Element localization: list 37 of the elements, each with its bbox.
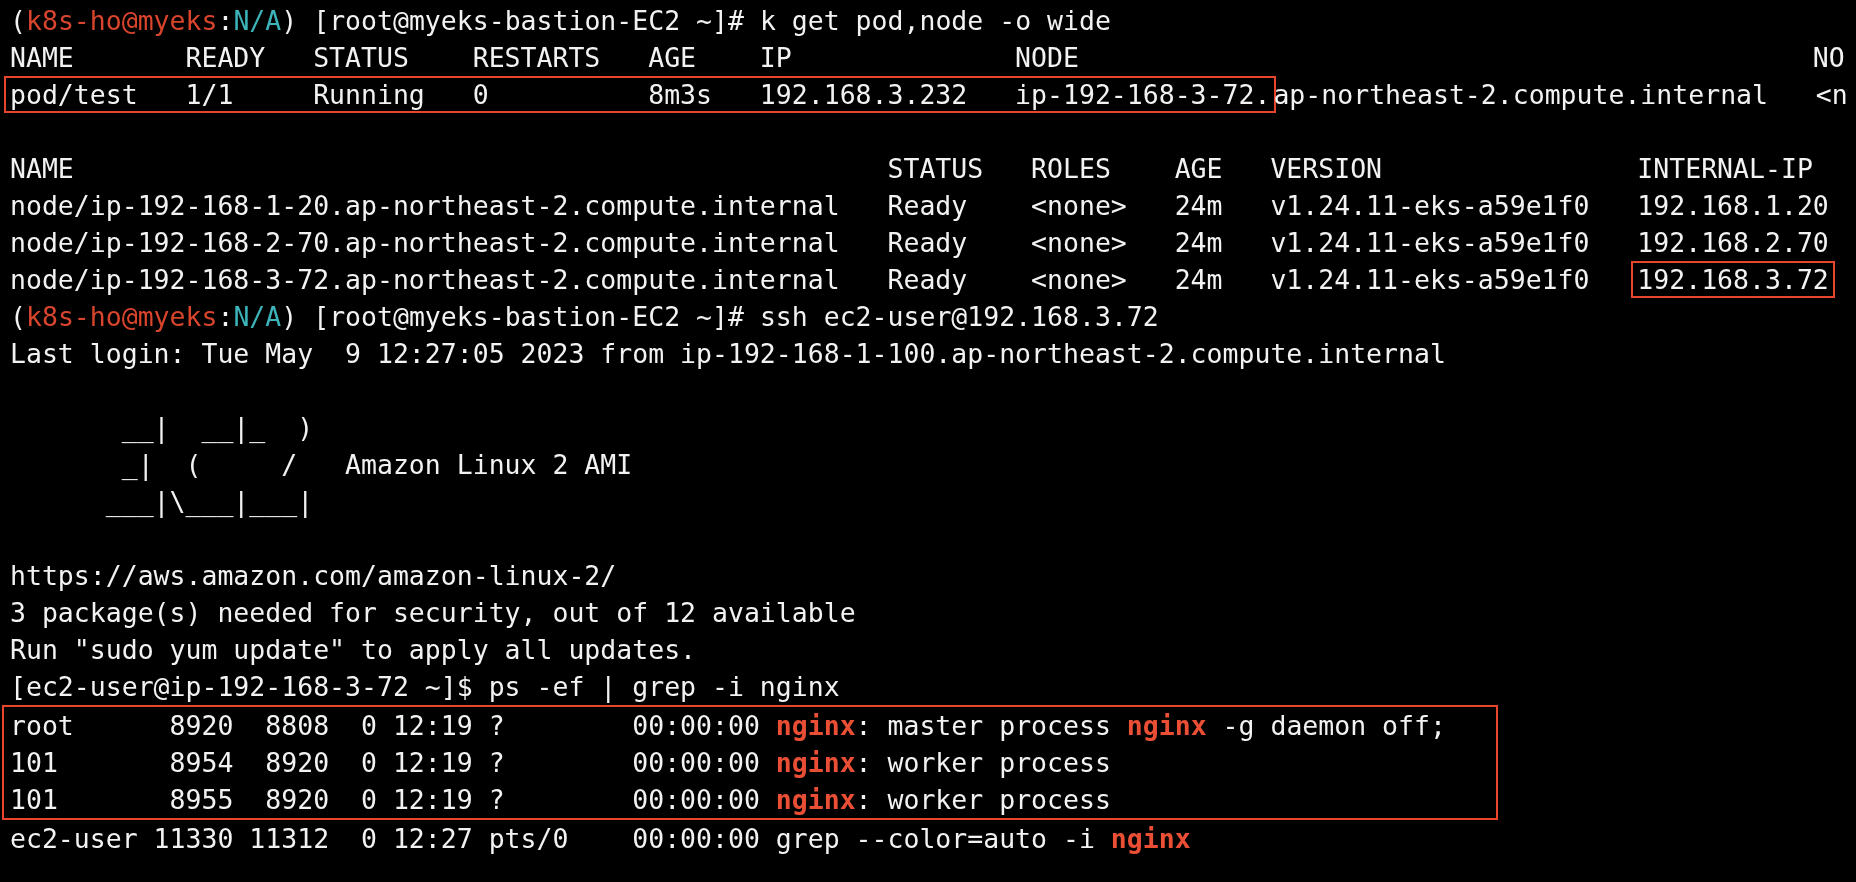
highlighted-output: 192.168.3.72 bbox=[1631, 261, 1835, 298]
terminal-text: -g daemon off; bbox=[1221, 710, 1446, 741]
terminal-text: 101 8955 8920 0 12:19 ? 00:00:00 bbox=[10, 784, 761, 815]
match-highlight: nginx bbox=[775, 784, 856, 815]
terminal-text: Last login: Tue May 9 12:27:05 2023 from ip-192-168-1-100.ap-northeast-2.compute.internal bbox=[10, 338, 1446, 369]
terminal-text: _| ( / Amazon Linux 2 AMI bbox=[120, 449, 633, 480]
terminal-text: : bbox=[217, 301, 234, 332]
terminal-text: node/ip-192-168-2-70.ap-northeast-2.compute.internal Ready <none> 24m v1.24.11-eks-a59e1f0 192.168.2.70 bbox=[10, 227, 1829, 258]
terminal-text: : master process bbox=[855, 710, 1112, 741]
match-highlight: nginx bbox=[1110, 823, 1191, 854]
terminal-text: Run "sudo yum update" to apply all updates. bbox=[10, 634, 697, 665]
terminal-text: [ec2-user@ip-192-168-3-72 ~]$ ps -ef | grep -i nginx bbox=[10, 671, 840, 702]
match-highlight: nginx bbox=[775, 710, 856, 741]
prompt-user: k8s-ho@myeks bbox=[25, 301, 218, 332]
terminal-text: ec2-user 11330 11312 0 12:27 pts/0 00:00:00 grep --color=auto -i bbox=[10, 823, 1096, 854]
terminal-text: node/ip-192-168-3-72.ap-northeast-2.compute.internal Ready <none> 24m v1.24.11-eks-a59e1f0 bbox=[10, 264, 1591, 295]
terminal-text: : worker process bbox=[855, 747, 1111, 778]
terminal-text: : worker process bbox=[855, 784, 1111, 815]
terminal-text: 101 8954 8920 0 12:19 ? 00:00:00 bbox=[10, 747, 761, 778]
terminal-text: ) [root@myeks-bastion-EC2 ~]# k get pod,node -o wide bbox=[281, 5, 1111, 36]
match-highlight: nginx bbox=[775, 747, 856, 778]
terminal-text: https://aws.amazon.com/amazon-linux-2/ bbox=[10, 560, 617, 591]
terminal-text: : bbox=[217, 5, 234, 36]
terminal-text: ) [root@myeks-bastion-EC2 ~]# ssh ec2-user@192.168.3.72 bbox=[281, 301, 1159, 332]
terminal-text: 3 package(s) needed for security, out of 12 available bbox=[10, 597, 856, 628]
terminal-text: ___|\___|___| bbox=[104, 486, 314, 517]
terminal-text: ( bbox=[10, 5, 26, 36]
match-highlight: nginx bbox=[1126, 710, 1207, 741]
terminal-text: NAME READY STATUS RESTARTS AGE IP NODE NO bbox=[10, 42, 1845, 73]
prompt-context: N/A bbox=[233, 301, 282, 332]
terminal-text: root 8920 8808 0 12:19 ? 00:00:00 bbox=[10, 710, 761, 741]
terminal-text: node/ip-192-168-1-20.ap-northeast-2.compute.internal Ready <none> 24m v1.24.11-eks-a59e1f0 192.168.1.20 bbox=[10, 190, 1829, 221]
terminal-text: NAME STATUS ROLES AGE VERSION INTERNAL-IP bbox=[10, 153, 1813, 184]
prompt-context: N/A bbox=[233, 5, 282, 36]
terminal-text: ( bbox=[10, 301, 26, 332]
terminal-text: __| __|_ ) bbox=[120, 412, 314, 443]
prompt-user: k8s-ho@myeks bbox=[25, 5, 218, 36]
